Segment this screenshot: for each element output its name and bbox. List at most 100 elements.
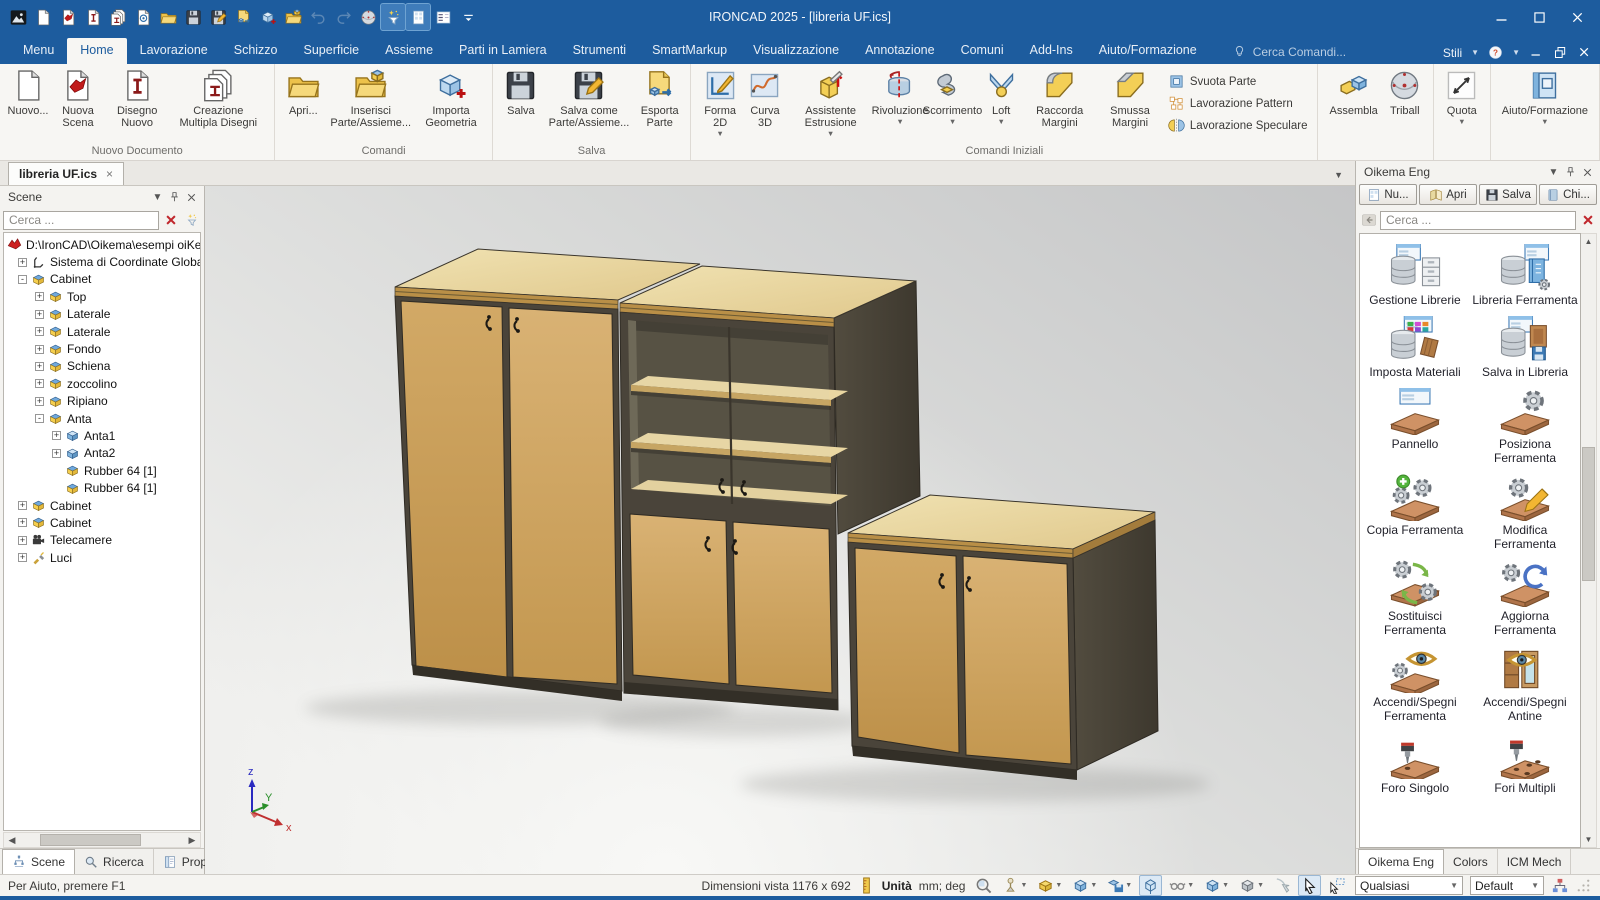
tree-item-zoccolino[interactable]: +zoccolino (4, 375, 200, 392)
status-cursor-button[interactable] (1298, 875, 1321, 896)
catalog-toolbar-nu-[interactable]: Nu... (1359, 184, 1417, 205)
menu-tab-smartmarkup[interactable]: SmartMarkup (639, 38, 740, 64)
tree-expander-icon[interactable]: - (35, 414, 44, 423)
catalog-item-sostituisci-ferramenta[interactable]: Sostituisci Ferramenta (1360, 560, 1470, 637)
scroll-right-icon[interactable]: ▶ (184, 835, 200, 846)
catalog-item-foro-singolo[interactable]: Foro Singolo (1360, 732, 1470, 795)
quick-access-save[interactable] (181, 4, 205, 30)
tree-item-telecamere[interactable]: +Telecamere (4, 532, 200, 549)
quick-access-save-as[interactable] (206, 4, 230, 30)
tree-expander-icon[interactable]: + (35, 292, 44, 301)
tree-item-sistema-di-coordinate-globali[interactable]: +Sistema di Coordinate Globali (4, 253, 200, 270)
quick-access-undo[interactable] (306, 4, 330, 30)
styles-menu[interactable]: Stili (1443, 46, 1462, 60)
tree-item-anta2[interactable]: +Anta2 (4, 445, 200, 462)
tree-expander-icon[interactable]: + (18, 258, 27, 267)
ribbon-button-nuova-scena[interactable]: Nuova Scena (50, 68, 106, 130)
scrollbar-thumb[interactable] (1582, 447, 1595, 581)
menu-tab-add-ins[interactable]: Add-Ins (1017, 38, 1086, 64)
catalog-search-clear-icon[interactable] (1578, 211, 1597, 230)
menu-tab-superficie[interactable]: Superficie (291, 38, 373, 64)
ribbon-button-esporta-parte[interactable]: Esporta Parte (635, 68, 684, 130)
tree-item-schiena[interactable]: +Schiena (4, 358, 200, 375)
quick-access-new-template[interactable] (131, 4, 155, 30)
catalog-item-gestione-librerie[interactable]: Gestione Librerie (1360, 244, 1470, 307)
tree-item-rubber-64-1-[interactable]: +Rubber 64 [1] (4, 462, 200, 479)
mdi-close-icon[interactable] (1577, 45, 1592, 60)
ribbon-button-salva-come-parte-assieme-[interactable]: Salva come Parte/Assieme... (543, 68, 635, 130)
menu-tab-lavorazione[interactable]: Lavorazione (127, 38, 221, 64)
tree-expander-icon[interactable]: + (35, 379, 44, 388)
quick-access-insert-part[interactable] (281, 4, 305, 30)
quick-access-multi-drawing[interactable] (106, 4, 130, 30)
catalog-item-libreria-ferramenta[interactable]: Libreria Ferramenta (1470, 244, 1580, 307)
tree-expander-icon[interactable]: + (52, 431, 61, 440)
catalog-item-accendi-spegni-antine[interactable]: Accendi/Spegni Antine (1470, 646, 1580, 723)
menu-tab-comuni[interactable]: Comuni (948, 38, 1017, 64)
status-render-save-button[interactable]: ▼ (1104, 875, 1135, 896)
scroll-left-icon[interactable]: ◀ (4, 835, 20, 846)
scroll-up-icon[interactable]: ▲ (1585, 234, 1593, 249)
catalog-item-imposta-materiali[interactable]: Imposta Materiali (1360, 316, 1470, 379)
quick-access-new-doc[interactable] (31, 4, 55, 30)
ribbon-button-raccorda-margini[interactable]: Raccorda Margini (1023, 68, 1096, 130)
status-cube-blue-button[interactable]: ▼ (1201, 875, 1232, 896)
tree-item-cabinet[interactable]: -Cabinet (4, 271, 200, 288)
quick-access-app-logo[interactable] (6, 4, 30, 30)
ribbon-button-svuota-parte[interactable]: Svuota Parte (1168, 73, 1308, 90)
menu-tab-visualizzazione[interactable]: Visualizzazione (740, 38, 852, 64)
status-cube-blue-button[interactable]: ▼ (1069, 875, 1100, 896)
catalog-close-icon[interactable] (1579, 164, 1596, 180)
ribbon-button-disegno-nuovo[interactable]: Disegno Nuovo (106, 68, 168, 130)
tree-item-laterale[interactable]: +Laterale (4, 306, 200, 323)
status-ghost-cursor-button[interactable] (1271, 875, 1294, 896)
tree-item-fondo[interactable]: +Fondo (4, 340, 200, 357)
catalog-pin-icon[interactable] (1562, 164, 1579, 180)
ribbon-button-rivoluzione[interactable]: Rivoluzione▼ (874, 68, 926, 126)
status-cursor-rect-button[interactable] (1325, 875, 1348, 896)
ribbon-button-apri-[interactable]: Apri... (281, 68, 325, 118)
menu-tab-aiuto-formazione[interactable]: Aiuto/Formazione (1086, 38, 1210, 64)
ribbon-button-loft[interactable]: Loft▼ (979, 68, 1023, 126)
catalog-item-accendi-spegni-ferramenta[interactable]: Accendi/Spegni Ferramenta (1360, 646, 1470, 723)
ribbon-button-lavorazione-speculare[interactable]: Lavorazione Speculare (1168, 117, 1308, 134)
configuration-select[interactable]: Default▼ (1470, 876, 1544, 895)
document-tab[interactable]: libreria UF.ics × (8, 162, 124, 185)
catalog-item-copia-ferramenta[interactable]: Copia Ferramenta (1360, 474, 1470, 551)
ribbon-button-triball[interactable]: Triball (1383, 68, 1427, 118)
help-dropdown-icon[interactable]: ▼ (1512, 48, 1520, 57)
scene-filter-icon[interactable] (182, 211, 201, 230)
catalog-toolbar-salva[interactable]: Salva (1479, 184, 1537, 205)
tree-item-cabinet[interactable]: +Cabinet (4, 497, 200, 514)
ribbon-button-quota[interactable]: Quota▼ (1440, 68, 1484, 126)
status-lamp-button[interactable]: ▼ (999, 875, 1030, 896)
minimize-button[interactable] (1484, 4, 1518, 30)
help-icon[interactable]: ? (1488, 45, 1503, 60)
ribbon-button-aiuto-formazione[interactable]: Aiuto/Formazione▼ (1497, 68, 1593, 126)
tree-item-luci[interactable]: +Luci (4, 549, 200, 566)
tree-item-ripiano[interactable]: +Ripiano (4, 393, 200, 410)
tree-item-laterale[interactable]: +Laterale (4, 323, 200, 340)
ribbon-button-lavorazione-pattern[interactable]: Lavorazione Pattern (1168, 95, 1308, 112)
menu-tab-parti-in-lamiera[interactable]: Parti in Lamiera (446, 38, 560, 64)
catalog-tab-icm-mech[interactable]: ICM Mech (1498, 849, 1572, 874)
panel-pin-icon[interactable] (166, 189, 183, 205)
catalog-item-aggiorna-ferramenta[interactable]: Aggiorna Ferramenta (1470, 560, 1580, 637)
viewport-3d[interactable]: z x Y (205, 186, 1355, 874)
scene-search-input[interactable]: Cerca ... (3, 211, 159, 230)
tree-item-cabinet[interactable]: +Cabinet (4, 514, 200, 531)
tree-item-d-ironcad-oikema-esempi-oike[interactable]: D:\IronCAD\Oikema\esempi oiKe (4, 236, 200, 253)
mdi-restore-icon[interactable] (1553, 45, 1568, 60)
menu-tab-strumenti[interactable]: Strumenti (560, 38, 640, 64)
tree-expander-icon[interactable]: + (18, 518, 27, 527)
ribbon-button-assembla[interactable]: Assembla (1324, 68, 1382, 118)
scroll-down-icon[interactable]: ▼ (1585, 832, 1593, 847)
ribbon-button-creazione-multipla-disegni[interactable]: Creazione Multipla Disegni (168, 68, 268, 130)
quick-access-new-scene[interactable] (56, 4, 80, 30)
tree-expander-icon[interactable]: + (35, 327, 44, 336)
ribbon-button-assistente-estrusione[interactable]: Assistente Estrusione▼ (787, 68, 874, 138)
tree-expander-icon[interactable]: + (52, 449, 61, 458)
tree-expander-icon[interactable]: + (18, 553, 27, 562)
status-zoom-lens-button[interactable] (972, 875, 995, 896)
tree-item-anta1[interactable]: +Anta1 (4, 427, 200, 444)
